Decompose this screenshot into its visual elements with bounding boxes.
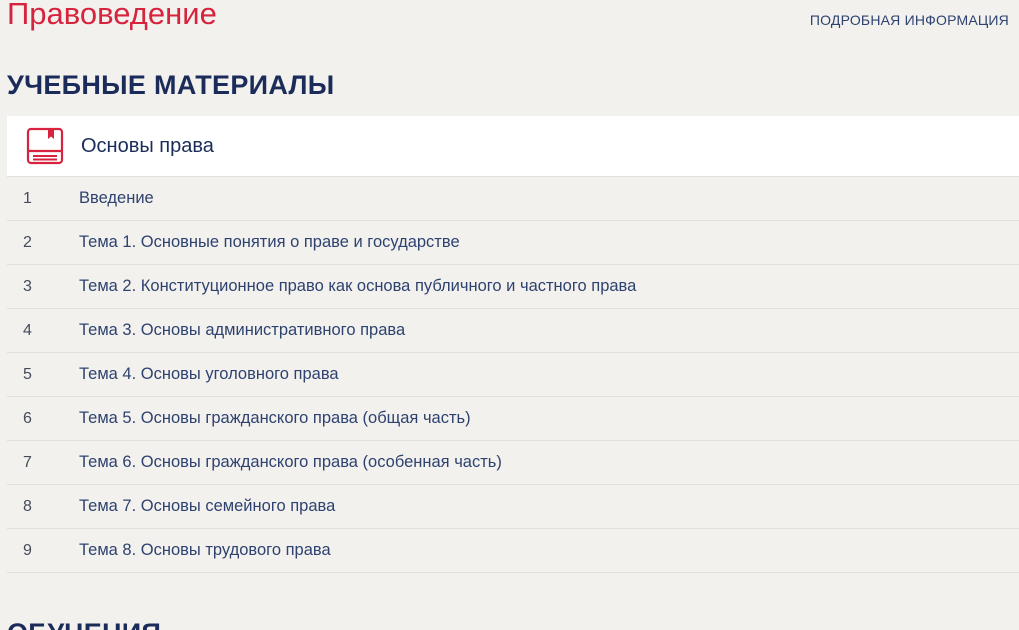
- lesson-number: 8: [23, 497, 32, 515]
- lesson-number: 5: [23, 365, 32, 383]
- lesson-item[interactable]: 4 Тема 3. Основы административного права: [7, 309, 1019, 353]
- lesson-item[interactable]: 3 Тема 2. Конституционное право как осно…: [7, 265, 1019, 309]
- lesson-title[interactable]: Тема 6. Основы гражданского права (особе…: [79, 453, 502, 472]
- more-info-link[interactable]: ПОДРОБНАЯ ИНФОРМАЦИЯ: [810, 12, 1009, 28]
- lesson-list: 1 Введение 2 Тема 1. Основные понятия о …: [7, 177, 1019, 573]
- lesson-title[interactable]: Введение: [79, 189, 154, 208]
- lesson-item[interactable]: 8 Тема 7. Основы семейного права: [7, 485, 1019, 529]
- lesson-item[interactable]: 1 Введение: [7, 177, 1019, 221]
- lesson-number: 7: [23, 453, 32, 471]
- section-title-next: ОБУЧЕНИЯ: [7, 616, 161, 630]
- lesson-number: 2: [23, 233, 32, 251]
- lesson-item[interactable]: 6 Тема 5. Основы гражданского права (общ…: [7, 397, 1019, 441]
- module-title: Основы права: [81, 134, 214, 157]
- lesson-item[interactable]: 9 Тема 8. Основы трудового права: [7, 529, 1019, 573]
- lesson-title[interactable]: Тема 1. Основные понятия о праве и госуд…: [79, 233, 460, 252]
- lesson-number: 4: [23, 321, 32, 339]
- module-card: Основы права 1 Введение 2 Тема 1. Основн…: [7, 116, 1019, 573]
- lesson-title[interactable]: Тема 3. Основы административного права: [79, 321, 405, 340]
- course-title: Правоведение: [7, 0, 217, 31]
- lesson-number: 9: [23, 541, 32, 559]
- lesson-number: 3: [23, 277, 32, 295]
- course-page: Правоведение ПОДРОБНАЯ ИНФОРМАЦИЯ УЧЕБНЫ…: [0, 0, 1019, 630]
- lesson-item[interactable]: 2 Тема 1. Основные понятия о праве и гос…: [7, 221, 1019, 265]
- section-title-materials: УЧЕБНЫЕ МАТЕРИАЛЫ: [7, 70, 335, 100]
- lesson-title[interactable]: Тема 2. Конституционное право как основа…: [79, 277, 636, 296]
- lesson-number: 1: [23, 189, 32, 207]
- lesson-title[interactable]: Тема 4. Основы уголовного права: [79, 365, 339, 384]
- module-header[interactable]: Основы права: [7, 116, 1019, 177]
- lesson-number: 6: [23, 409, 32, 427]
- lesson-item[interactable]: 7 Тема 6. Основы гражданского права (осо…: [7, 441, 1019, 485]
- lesson-title[interactable]: Тема 5. Основы гражданского права (общая…: [79, 409, 471, 428]
- lesson-item[interactable]: 5 Тема 4. Основы уголовного права: [7, 353, 1019, 397]
- lesson-title[interactable]: Тема 7. Основы семейного права: [79, 497, 335, 516]
- lesson-title[interactable]: Тема 8. Основы трудового права: [79, 541, 331, 560]
- book-icon: [26, 127, 64, 165]
